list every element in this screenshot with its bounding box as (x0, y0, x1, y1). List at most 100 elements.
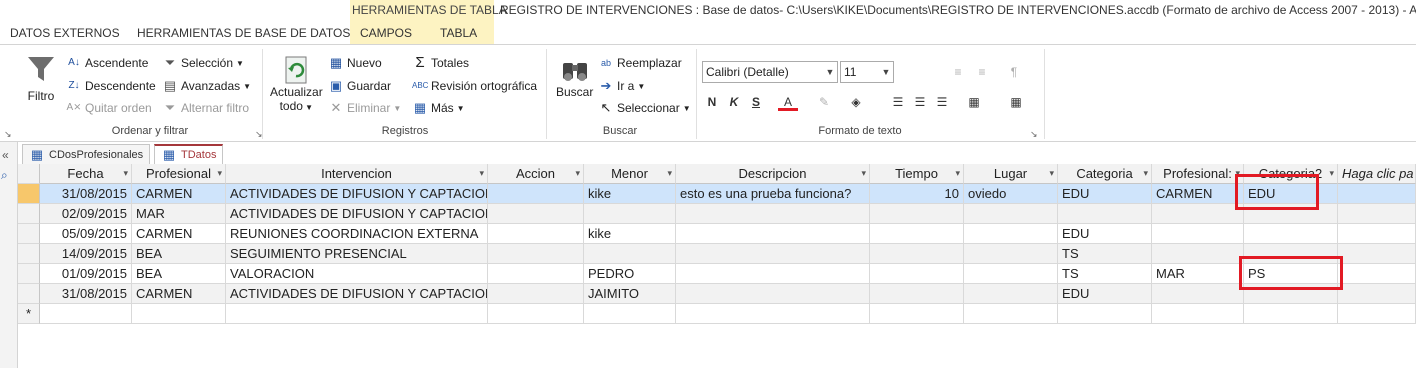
table-row[interactable]: 05/09/2015 CARMEN REUNIONES COORDINACION E… (18, 224, 1416, 244)
table-cell[interactable]: 02/09/2015 (40, 204, 132, 224)
table-cell[interactable]: REUNIONES COORDINACION EXTERNA (226, 224, 488, 244)
more-button[interactable]: ▦ Más ▼ (412, 98, 465, 118)
descending-button[interactable]: Z↓ Descendente (66, 76, 155, 96)
column-header[interactable]: Profesional ▾ (132, 164, 226, 184)
alternate-row-color-icon[interactable]: ▦ (964, 93, 984, 111)
table-cell[interactable] (488, 264, 584, 284)
save-button[interactable]: ▣ Guardar (328, 76, 391, 96)
column-filter-chevron-icon[interactable]: ▾ (1049, 164, 1054, 183)
table-cell[interactable]: MAR (1152, 264, 1244, 284)
column-filter-chevron-icon[interactable]: ▾ (1143, 164, 1148, 183)
delete-button[interactable]: ✕ Eliminar ▼ (328, 98, 402, 118)
table-cell[interactable]: CARMEN (132, 284, 226, 304)
fill-color-icon[interactable]: ◈ (846, 93, 866, 111)
format-launcher-icon[interactable]: ↘ (1030, 129, 1038, 140)
clear-sort-button[interactable]: A⨯ Quitar orden (66, 98, 151, 118)
column-filter-chevron-icon[interactable]: ▾ (955, 164, 960, 183)
column-header[interactable]: Lugar ▾ (964, 164, 1058, 184)
table-cell[interactable] (1338, 204, 1416, 224)
table-cell[interactable] (1152, 224, 1244, 244)
table-cell[interactable]: esto es una prueba funciona? (676, 184, 870, 204)
refresh-all-button[interactable]: Actualizar todo ▼ (270, 55, 323, 113)
table-cell[interactable]: EDU (1058, 224, 1152, 244)
table-cell[interactable]: CARMEN (132, 184, 226, 204)
table-cell[interactable]: CARMEN (132, 224, 226, 244)
table-cell[interactable] (1152, 304, 1244, 324)
search-icon[interactable]: ⌕ (1, 168, 8, 183)
column-header[interactable]: Haga clic pa (1338, 164, 1416, 184)
table-cell[interactable] (1338, 184, 1416, 204)
toggle-filter-button[interactable]: ⏷ Alternar filtro (162, 98, 249, 118)
table-cell[interactable]: ACTIVIDADES DE DIFUSION Y CAPTACION (226, 284, 488, 304)
table-cell[interactable] (1338, 244, 1416, 264)
list-increase-icon[interactable]: ≡ (972, 63, 992, 81)
list-decrease-icon[interactable]: ≡ (948, 63, 968, 81)
table-cell[interactable] (870, 204, 964, 224)
table-row[interactable]: 02/09/2015 MAR ACTIVIDADES DE DIFUSION Y C… (18, 204, 1416, 224)
table-cell[interactable] (488, 284, 584, 304)
select-all-corner[interactable] (18, 164, 40, 184)
table-cell[interactable]: EDU (1058, 184, 1152, 204)
table-cell[interactable] (488, 304, 584, 324)
new-record-row[interactable]: * (18, 304, 1416, 324)
table-cell[interactable] (676, 304, 870, 324)
table-cell[interactable] (870, 264, 964, 284)
italic-button[interactable]: K (724, 93, 744, 111)
align-center-icon[interactable]: ☰ (910, 93, 930, 111)
tab-datos-externos[interactable]: DATOS EXTERNOS (10, 26, 120, 40)
table-cell[interactable]: BEA (132, 244, 226, 264)
doc-tab-cdosprofesionales[interactable]: ▦ CDosProfesionales (22, 144, 151, 164)
column-header[interactable]: Categoria ▾ (1058, 164, 1152, 184)
table-cell[interactable] (1152, 204, 1244, 224)
table-cell[interactable] (1338, 284, 1416, 304)
table-cell[interactable]: JAIMITO (584, 284, 676, 304)
table-cell[interactable]: TS (1058, 264, 1152, 284)
column-header[interactable]: Descripcion ▾ (676, 164, 870, 184)
group-launcher-icon[interactable]: ↘ (4, 129, 12, 140)
advanced-button[interactable]: ▤ Avanzadas ▼ (162, 76, 251, 96)
table-cell[interactable] (1058, 204, 1152, 224)
record-selector[interactable] (18, 224, 40, 244)
ascending-button[interactable]: A↓ Ascendente (66, 53, 148, 73)
tab-tabla[interactable]: TABLA (440, 26, 477, 40)
table-cell[interactable]: ACTIVIDADES DE DIFUSION Y CAPTACION (226, 204, 488, 224)
gridlines-icon[interactable]: ▦ (1006, 93, 1026, 111)
record-selector[interactable] (18, 264, 40, 284)
chevron-down-icon[interactable]: ▼ (823, 62, 837, 82)
table-cell[interactable] (488, 184, 584, 204)
column-filter-chevron-icon[interactable]: ▾ (575, 164, 580, 183)
table-cell[interactable]: 14/09/2015 (40, 244, 132, 264)
table-cell[interactable] (1244, 224, 1338, 244)
column-header[interactable]: Fecha ▾ (40, 164, 132, 184)
tab-herramientas-bd[interactable]: HERRAMIENTAS DE BASE DE DATOS (137, 26, 350, 40)
table-cell[interactable]: EDU (1058, 284, 1152, 304)
table-cell[interactable] (488, 224, 584, 244)
table-cell[interactable]: TS (1058, 244, 1152, 264)
spelling-button[interactable]: ABC Revisión ortográfica (412, 76, 537, 96)
navigation-pane-collapsed[interactable]: « ⌕ (0, 142, 18, 368)
table-cell[interactable]: BEA (132, 264, 226, 284)
align-left-icon[interactable]: ☰ (888, 93, 908, 111)
font-name-combo[interactable]: Calibri (Detalle) ▼ (702, 61, 838, 83)
table-cell[interactable]: PEDRO (584, 264, 676, 284)
table-cell[interactable] (964, 244, 1058, 264)
column-filter-chevron-icon[interactable]: ▾ (1329, 164, 1334, 183)
underline-button[interactable]: S (746, 93, 766, 111)
chevron-down-icon[interactable]: ▼ (879, 62, 893, 82)
table-cell[interactable] (488, 204, 584, 224)
table-cell[interactable] (132, 304, 226, 324)
table-cell[interactable]: 31/08/2015 (40, 184, 132, 204)
table-cell[interactable]: ACTIVIDADES DE DIFUSION Y CAPTACION (226, 184, 488, 204)
table-cell[interactable] (870, 244, 964, 264)
table-cell[interactable] (226, 304, 488, 324)
column-filter-chevron-icon[interactable]: ▾ (861, 164, 866, 183)
column-header[interactable]: Tiempo ▾ (870, 164, 964, 184)
highlight-icon[interactable]: ✎ (814, 93, 834, 111)
table-cell[interactable]: kike (584, 224, 676, 244)
goto-button[interactable]: ➔ Ir a ▼ (598, 76, 646, 96)
table-cell[interactable] (1058, 304, 1152, 324)
table-cell[interactable] (964, 264, 1058, 284)
paragraph-direction-icon[interactable]: ¶ (1004, 63, 1024, 81)
table-cell[interactable] (964, 204, 1058, 224)
tab-campos[interactable]: CAMPOS (360, 26, 412, 40)
